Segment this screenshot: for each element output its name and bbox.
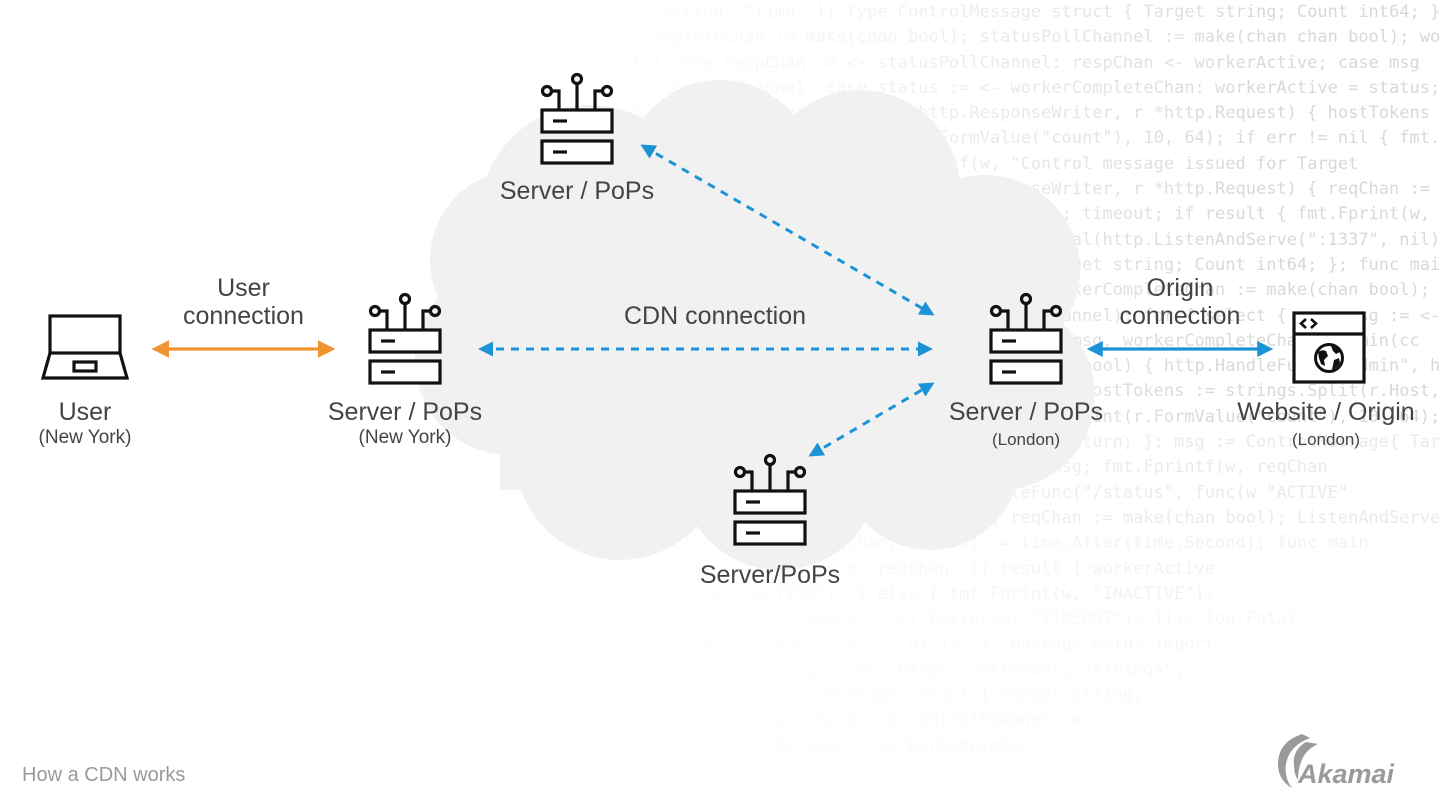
- node-server-new-york-title: Server / PoPs: [327, 398, 483, 426]
- user-connection-label: User connection: [172, 274, 315, 330]
- node-origin-title: Website / Origin: [1237, 398, 1415, 426]
- node-server-new-york: Server / PoPs (New York): [305, 398, 505, 449]
- node-user-location: (New York): [38, 427, 132, 448]
- origin-connection-label-line1: Origin: [1146, 274, 1214, 302]
- node-origin-location: (London): [1291, 430, 1361, 449]
- server-icon-new-york: [368, 292, 442, 385]
- akamai-wordmark: Akamai: [1297, 759, 1395, 789]
- node-user: User (New York): [10, 398, 160, 449]
- node-server-top-title: Server / PoPs: [499, 177, 655, 205]
- node-server-london-location: (London): [991, 430, 1061, 449]
- node-server-london: Server / PoPs (London): [926, 398, 1126, 450]
- cdn-connection-label: CDN connection: [623, 302, 807, 330]
- laptop-icon: [40, 314, 130, 380]
- server-icon-top: [540, 72, 614, 165]
- node-user-title: User: [58, 398, 112, 426]
- akamai-logo: Akamai: [1272, 728, 1422, 792]
- origin-connection-label: Origin connection: [1105, 274, 1255, 330]
- node-server-top: Server / PoPs: [477, 177, 677, 206]
- node-server-bottom-title: Server/PoPs: [699, 561, 841, 589]
- user-connection-label-line1: User: [217, 274, 270, 302]
- figure-caption: How a CDN works: [22, 764, 186, 786]
- origin-connection-label-line2: connection: [1119, 302, 1241, 330]
- website-globe-icon: [1292, 311, 1366, 384]
- node-origin: Website / Origin (London): [1216, 398, 1436, 450]
- user-connection-label-line2: connection: [183, 302, 304, 330]
- node-server-bottom: Server/PoPs: [670, 561, 870, 590]
- node-server-new-york-location: (New York): [358, 427, 452, 448]
- node-server-london-title: Server / PoPs: [948, 398, 1104, 426]
- akamai-wave-icon: Akamai: [1278, 734, 1395, 789]
